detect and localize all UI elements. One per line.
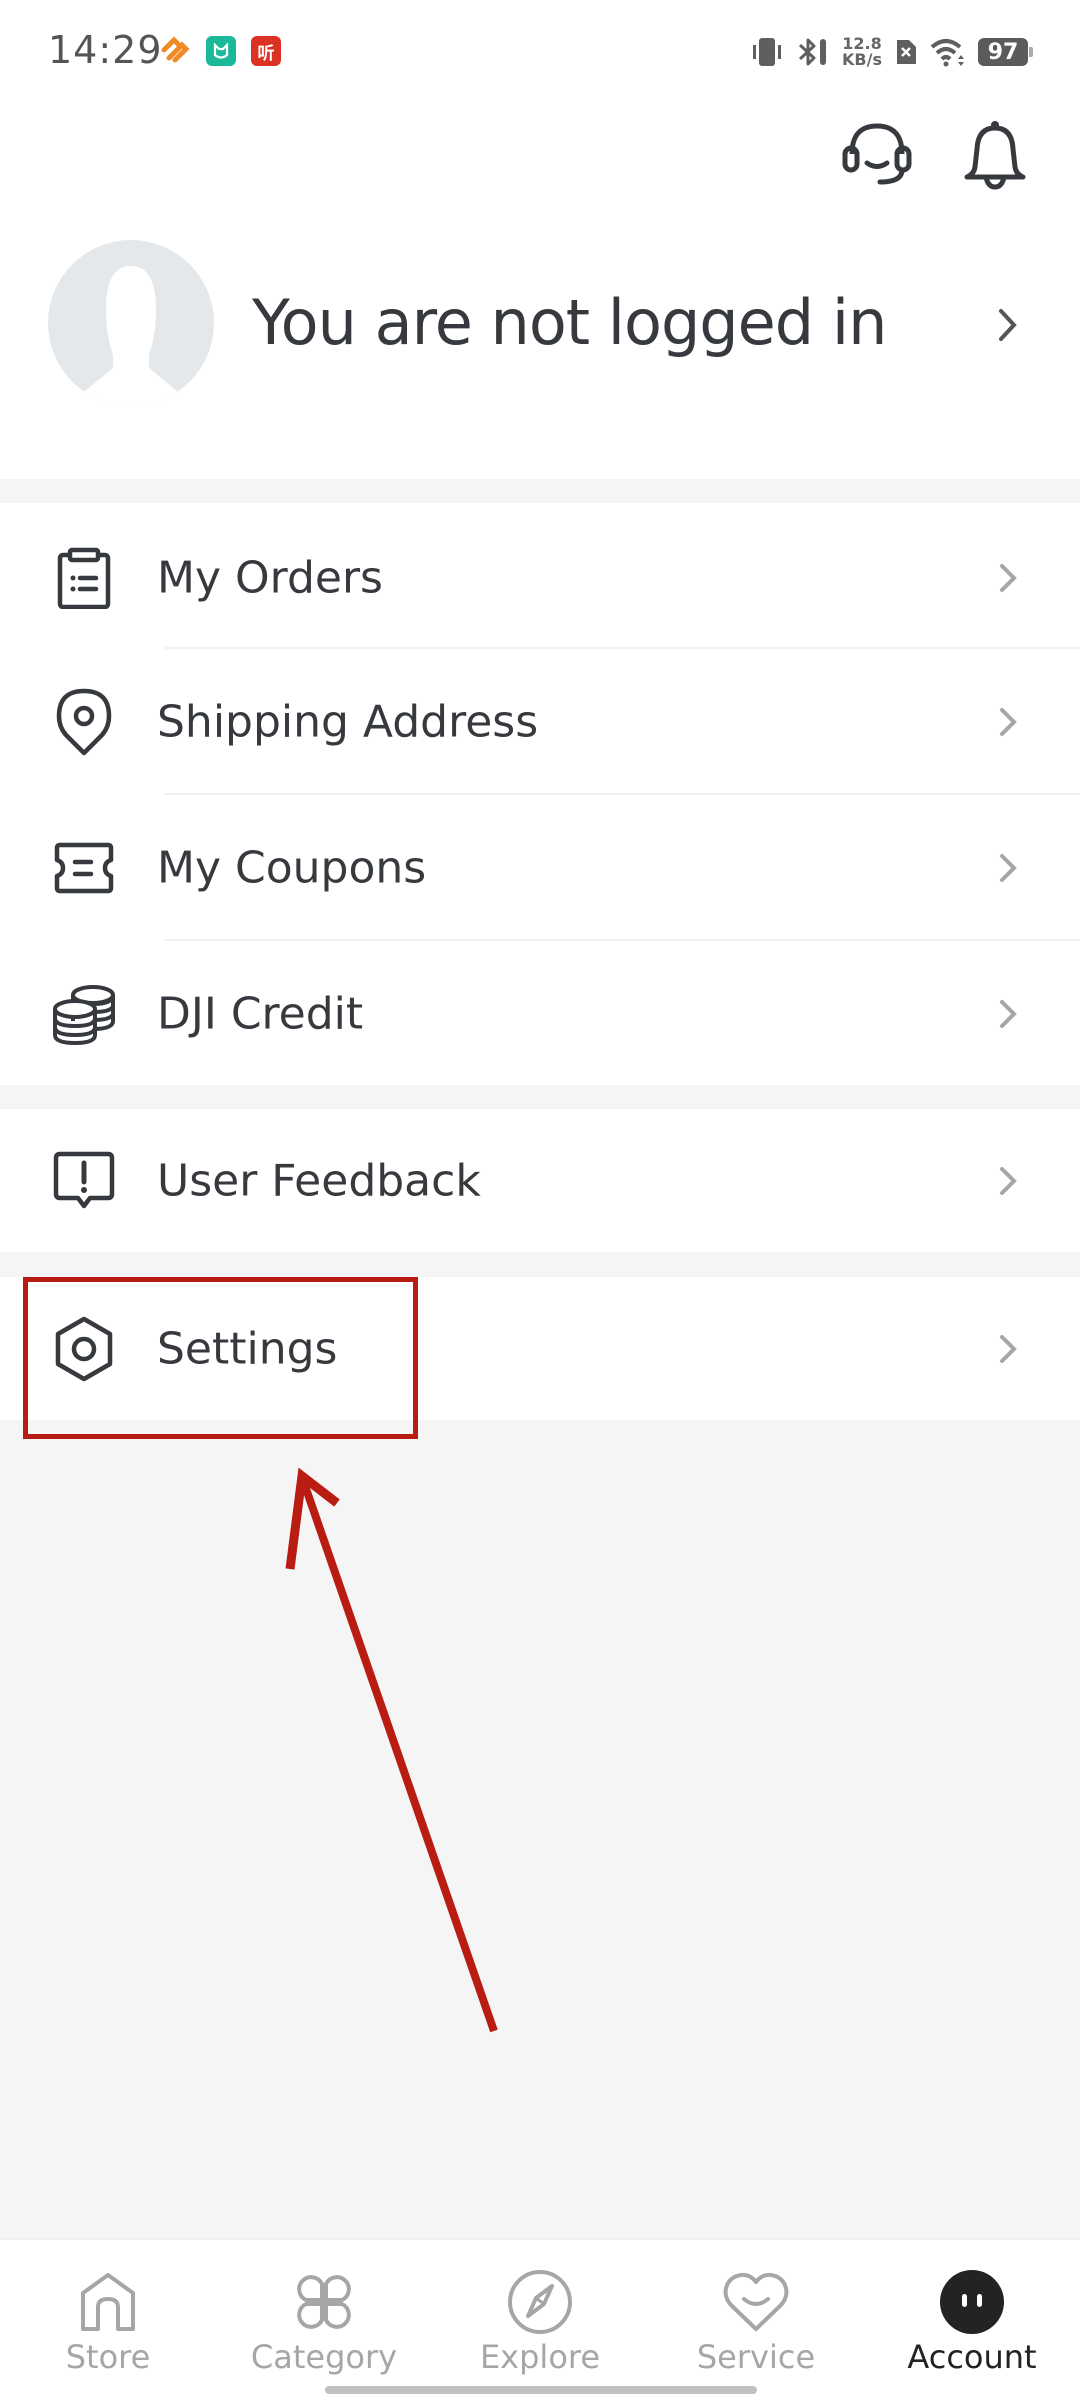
nav-label: Store [65,2338,151,2376]
compass-icon [504,2266,576,2338]
menu-item-label: Shipping Address [157,696,539,747]
chevron-right-icon [988,1329,1028,1369]
default-user-silhouette-icon [84,266,178,406]
nav-label: Account [907,2338,1037,2376]
battery-icon: 97 [978,38,1033,66]
chevron-right-icon [988,702,1028,742]
status-time: 14:29 [48,28,163,72]
no-sim-icon [897,40,916,64]
coins-stack-icon [48,978,120,1050]
ting-app-icon: 听 [251,36,281,66]
orange-heart-app-icon [160,36,190,66]
annotation-arrow-shaft [299,1478,498,2033]
bell-notification-icon [964,121,1026,190]
menu-item-user-feedback[interactable]: User Feedback [0,1109,1080,1252]
category-grid-icon [288,2266,360,2338]
mijia-app-icon [206,36,236,66]
notifications-button[interactable] [955,115,1035,195]
menu-item-dji-credit[interactable]: DJI Credit [0,941,1080,1086]
network-speed: 12.8 KB/s [842,36,882,68]
nav-service[interactable]: Service [648,2240,864,2400]
status-bar: 14:29 听 12.8 KB/s 97 [0,0,1080,100]
feedback-exclamation-icon [48,1145,120,1217]
menu-item-label: DJI Credit [157,988,364,1039]
menu-item-label: User Feedback [157,1155,481,1206]
nav-label: Category [250,2338,398,2376]
menu-item-label: My Coupons [157,842,427,893]
nav-account[interactable]: Account [864,2240,1080,2400]
vibrate-icon [753,38,782,66]
menu-item-my-orders[interactable]: My Orders [0,505,1080,650]
menu-item-shipping-address[interactable]: Shipping Address [0,649,1080,794]
menu-group-feedback: User Feedback [0,1109,1080,1252]
nav-category[interactable]: Category [216,2240,432,2400]
ting-app-glyph: 听 [257,43,275,63]
bluetooth-icon [799,38,827,66]
chevron-right-icon [988,558,1028,598]
customer-support-button[interactable] [837,115,917,195]
home-icon [72,2266,144,2338]
account-face-icon [936,2266,1008,2338]
login-prompt[interactable]: You are not logged in [252,286,887,359]
annotation-arrow-head [285,1467,340,1570]
menu-item-my-coupons[interactable]: My Coupons [0,795,1080,940]
menu-item-settings[interactable]: Settings [0,1277,1080,1420]
coupon-ticket-icon [48,832,120,904]
menu-group-account: My Orders Shipping Address My Coupons DJ… [0,503,1080,1085]
bottom-navigation: Store Category Explore Service Account [0,2238,1080,2400]
profile-chevron-right-icon[interactable] [988,305,1028,345]
battery-level: 97 [987,39,1019,65]
chevron-right-icon [988,994,1028,1034]
menu-item-label: My Orders [157,552,383,603]
nav-store[interactable]: Store [0,2240,216,2400]
chevron-right-icon [988,1161,1028,1201]
home-indicator[interactable] [325,2386,757,2394]
avatar[interactable] [48,240,214,406]
wifi-icon [930,39,964,67]
headset-support-icon [842,123,912,185]
heart-smile-icon [720,2266,792,2338]
menu-item-label: Settings [157,1323,338,1374]
nav-label: Explore [479,2338,601,2376]
clipboard-list-icon [48,542,120,614]
nav-explore[interactable]: Explore [432,2240,648,2400]
location-pin-icon [48,686,120,758]
hexagon-settings-icon [48,1313,120,1385]
chevron-right-icon [988,848,1028,888]
nav-label: Service [696,2338,816,2376]
network-speed-unit: KB/s [842,50,882,69]
menu-group-settings: Settings [0,1277,1080,1420]
system-status-icons: 12.8 KB/s 97 [750,30,1033,74]
